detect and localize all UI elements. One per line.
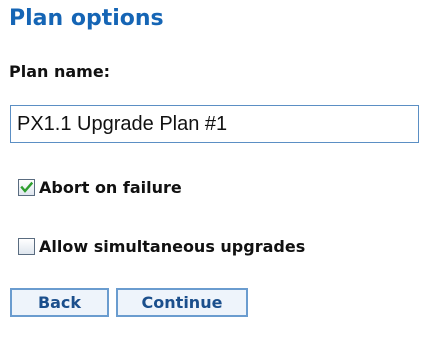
- abort-on-failure-checkbox[interactable]: [18, 179, 35, 196]
- allow-simultaneous-option[interactable]: Allow simultaneous upgrades: [18, 237, 305, 256]
- plan-name-label: Plan name:: [9, 62, 111, 81]
- abort-on-failure-label: Abort on failure: [39, 178, 182, 197]
- back-button[interactable]: Back: [10, 288, 109, 317]
- allow-simultaneous-checkbox[interactable]: [18, 238, 35, 255]
- page-title: Plan options: [9, 6, 164, 31]
- plan-name-input[interactable]: [10, 105, 419, 143]
- abort-on-failure-option[interactable]: Abort on failure: [18, 178, 182, 197]
- allow-simultaneous-label: Allow simultaneous upgrades: [39, 237, 306, 256]
- checkmark-icon: [20, 181, 33, 193]
- continue-button[interactable]: Continue: [116, 288, 248, 317]
